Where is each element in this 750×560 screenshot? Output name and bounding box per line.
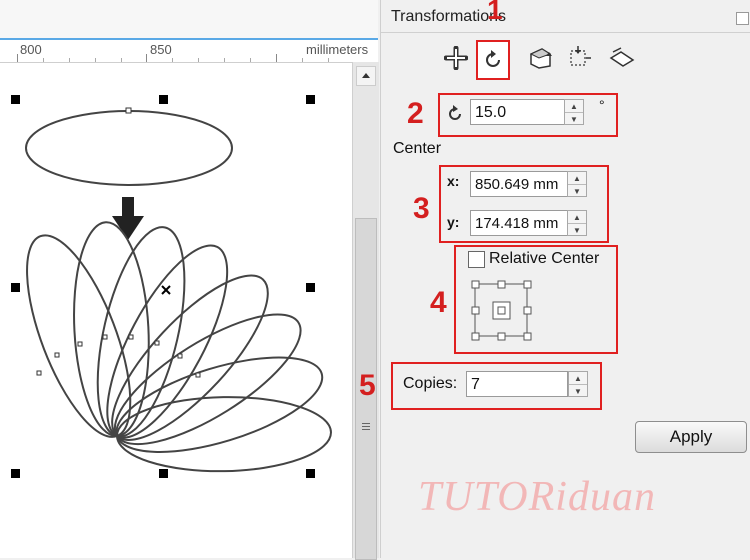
rotated-ellipse-copies[interactable] (6, 219, 333, 473)
relative-center-checkbox[interactable] (468, 251, 485, 268)
ruler-label-850: 850 (150, 42, 172, 57)
size-tab-button[interactable] (564, 40, 594, 76)
copies-label: Copies: (403, 375, 458, 392)
anchor-grid[interactable] (469, 278, 539, 342)
rotate-angle-icon (449, 105, 461, 120)
chevron-up-icon[interactable]: ▲ (568, 172, 586, 184)
degree-unit-label: ° (599, 97, 605, 113)
rotation-angle-spinner[interactable]: ▲ ▼ (564, 99, 584, 125)
selection-handles-bottom[interactable] (11, 469, 315, 478)
scale-mirror-tab-button[interactable] (526, 40, 556, 76)
relative-center-label: Relative Center (489, 250, 600, 267)
ruler-units-label: millimeters (306, 42, 369, 57)
rotation-angle-input[interactable]: 15.0 (470, 99, 566, 125)
chevron-up-icon[interactable]: ▲ (568, 211, 586, 223)
center-y-input[interactable]: 174.418 mm (470, 210, 568, 236)
size-icon (570, 46, 591, 66)
chevron-down-icon[interactable]: ▼ (569, 385, 587, 397)
rotate-tab-button[interactable] (476, 40, 510, 80)
chevron-down-icon[interactable]: ▼ (568, 185, 586, 197)
step-1-label: 1 (487, 0, 503, 25)
center-x-spinner[interactable]: ▲ ▼ (567, 171, 587, 197)
selection-handles-top[interactable] (11, 95, 315, 104)
copies-input[interactable]: 7 (466, 371, 568, 397)
original-ellipse[interactable] (25, 107, 233, 186)
center-y-label: y: (447, 214, 460, 230)
chevron-up-icon[interactable]: ▲ (569, 372, 587, 384)
chevron-up-icon (362, 73, 370, 78)
docker-close-button[interactable] (736, 12, 749, 25)
position-tab-button[interactable] (441, 40, 471, 76)
divider (381, 32, 750, 33)
drawing-canvas[interactable]: 800 850 millimeters (0, 0, 379, 560)
down-arrow-icon (112, 197, 144, 240)
position-icon (444, 46, 468, 70)
center-y-spinner[interactable]: ▲ ▼ (567, 210, 587, 236)
horizontal-ruler[interactable]: 800 850 millimeters (0, 0, 378, 63)
scale-mirror-icon (529, 48, 552, 69)
apply-button[interactable]: Apply (635, 421, 747, 453)
step-3-label: 3 (413, 192, 430, 225)
watermark-text: TUTORiduan (418, 474, 656, 520)
artwork[interactable] (0, 62, 352, 558)
copies-spinner[interactable]: ▲ ▼ (568, 371, 588, 397)
rotation-center-marker[interactable] (161, 285, 171, 295)
center-x-label: x: (447, 173, 460, 189)
scroll-up-button[interactable] (356, 66, 376, 86)
skew-icon (609, 47, 635, 67)
center-heading: Center (393, 140, 442, 157)
step-5-label: 5 (359, 369, 376, 402)
chevron-down-icon[interactable]: ▼ (568, 224, 586, 236)
ruler-label-800: 800 (20, 42, 42, 57)
step-2-label: 2 (407, 97, 424, 130)
step-4-label: 4 (430, 286, 447, 319)
center-x-input[interactable]: 850.649 mm (470, 171, 568, 197)
chevron-up-icon[interactable]: ▲ (565, 100, 583, 112)
rotate-icon (486, 50, 500, 67)
chevron-down-icon[interactable]: ▼ (565, 113, 583, 125)
skew-tab-button[interactable] (606, 40, 636, 76)
